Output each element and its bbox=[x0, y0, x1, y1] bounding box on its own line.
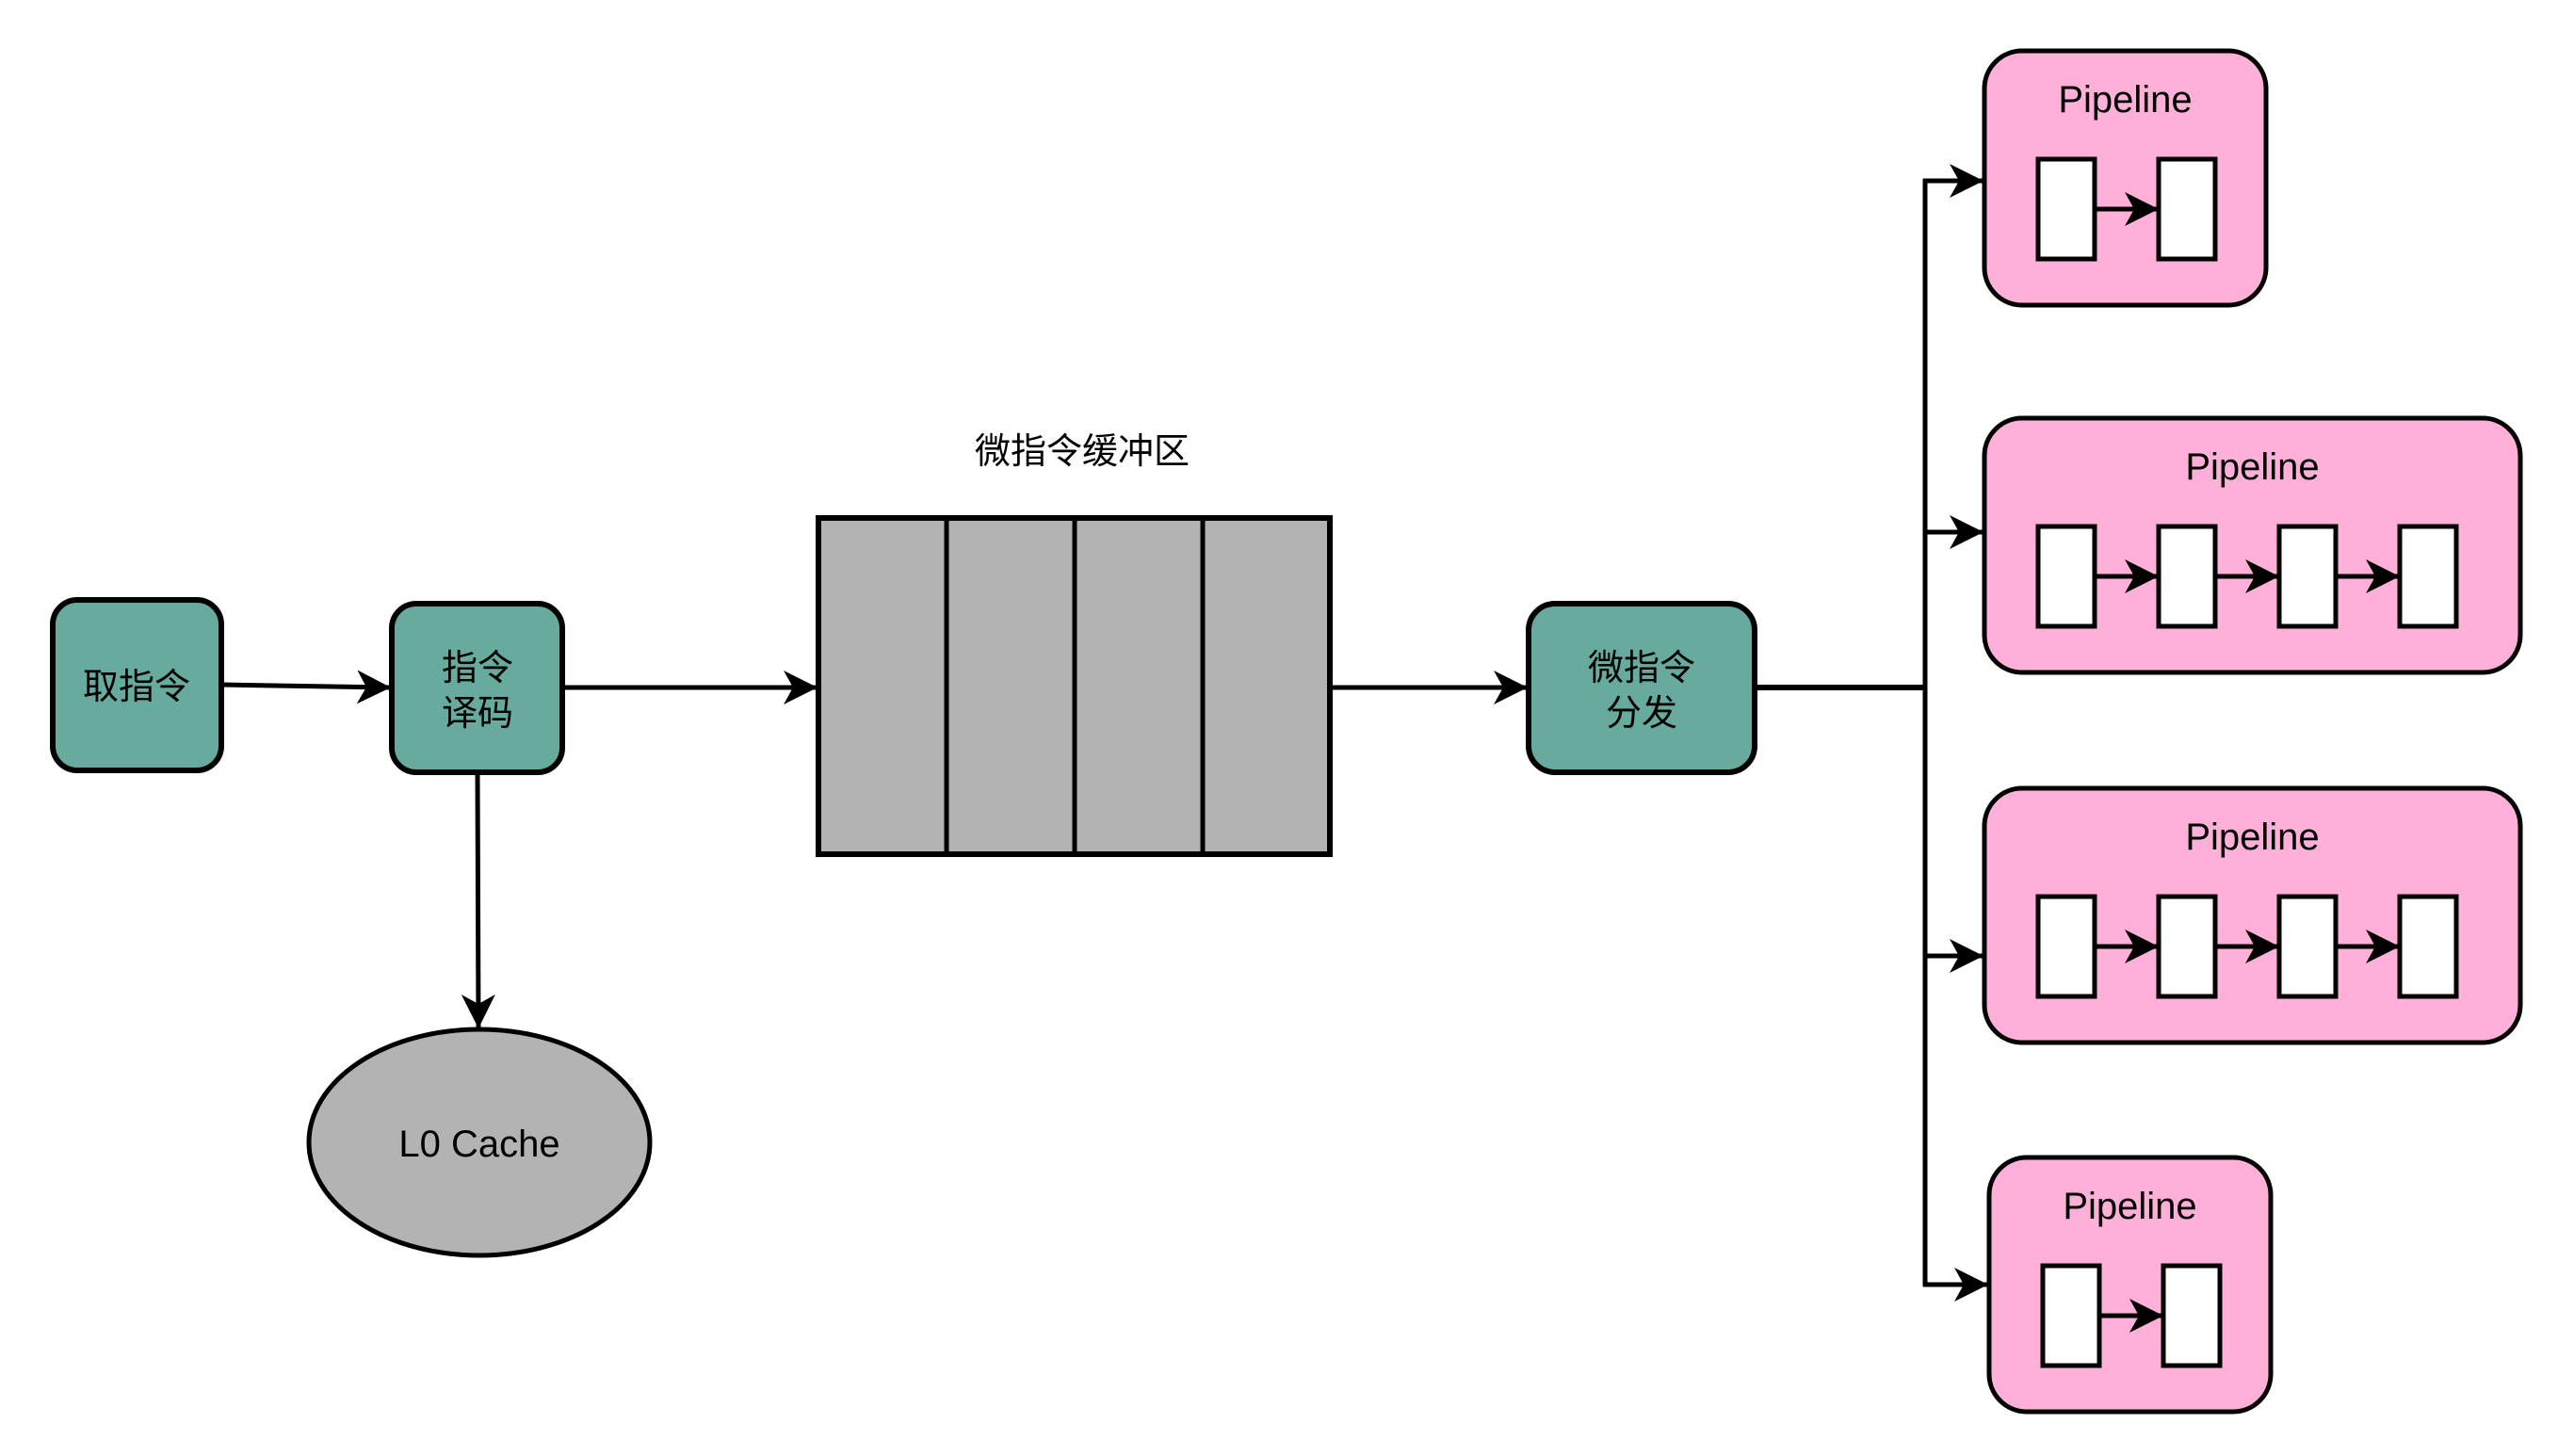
l0-cache-label: L0 Cache bbox=[398, 1124, 559, 1165]
fetch-node[interactable]: 取指令 bbox=[50, 597, 224, 773]
pipeline-stage bbox=[2397, 524, 2459, 629]
dispatch-node[interactable]: 微指令 分发 bbox=[1526, 601, 1757, 775]
l0-cache-node[interactable]: L0 Cache bbox=[306, 1027, 653, 1258]
pipeline-stage bbox=[2035, 524, 2097, 629]
uop-buffer[interactable]: 微指令缓冲区 bbox=[816, 430, 1333, 857]
pipeline-stage bbox=[2156, 156, 2218, 262]
pipeline-2[interactable]: Pipeline bbox=[1982, 415, 2523, 675]
dispatch-label-line-2: 分发 bbox=[1606, 692, 1677, 734]
pipeline-stage bbox=[2035, 156, 2097, 262]
fetch-label: 取指令 bbox=[83, 666, 190, 707]
diagram-canvas: 取指令 指令 译码 L0 Cache 微指令缓冲区 微指令 分发 Pipelin… bbox=[50, 48, 2523, 1415]
pipeline-stage bbox=[2276, 524, 2339, 629]
pipeline-label: Pipeline bbox=[2185, 817, 2319, 858]
pipeline-label: Pipeline bbox=[2058, 79, 2192, 121]
pipeline-3[interactable]: Pipeline bbox=[1982, 785, 2523, 1045]
pipeline-stage bbox=[2040, 1263, 2102, 1368]
pipelines: Pipeline Pipeline Pipeline Pipeline bbox=[1982, 48, 2523, 1415]
uop-buffer-title: 微指令缓冲区 bbox=[975, 430, 1190, 472]
pipeline-stage bbox=[2161, 1263, 2223, 1368]
pipeline-stage bbox=[2397, 894, 2459, 999]
pipeline-4[interactable]: Pipeline bbox=[1986, 1155, 2274, 1415]
decode-label-line-2: 译码 bbox=[442, 692, 513, 734]
decode-node[interactable]: 指令 译码 bbox=[389, 601, 565, 775]
pipeline-label: Pipeline bbox=[2063, 1186, 2196, 1227]
pipeline-stage bbox=[2035, 894, 2097, 999]
decode-label-line-1: 指令 bbox=[442, 647, 513, 688]
pipeline-stage bbox=[2156, 894, 2218, 999]
edge-fetch-to-decode bbox=[220, 670, 391, 704]
dispatch-label-line-1: 微指令 bbox=[1588, 647, 1695, 688]
pipeline-1[interactable]: Pipeline bbox=[1982, 48, 2269, 308]
pipeline-stage bbox=[2156, 524, 2218, 629]
pipeline-stage bbox=[2276, 894, 2339, 999]
pipeline-label: Pipeline bbox=[2185, 446, 2319, 488]
